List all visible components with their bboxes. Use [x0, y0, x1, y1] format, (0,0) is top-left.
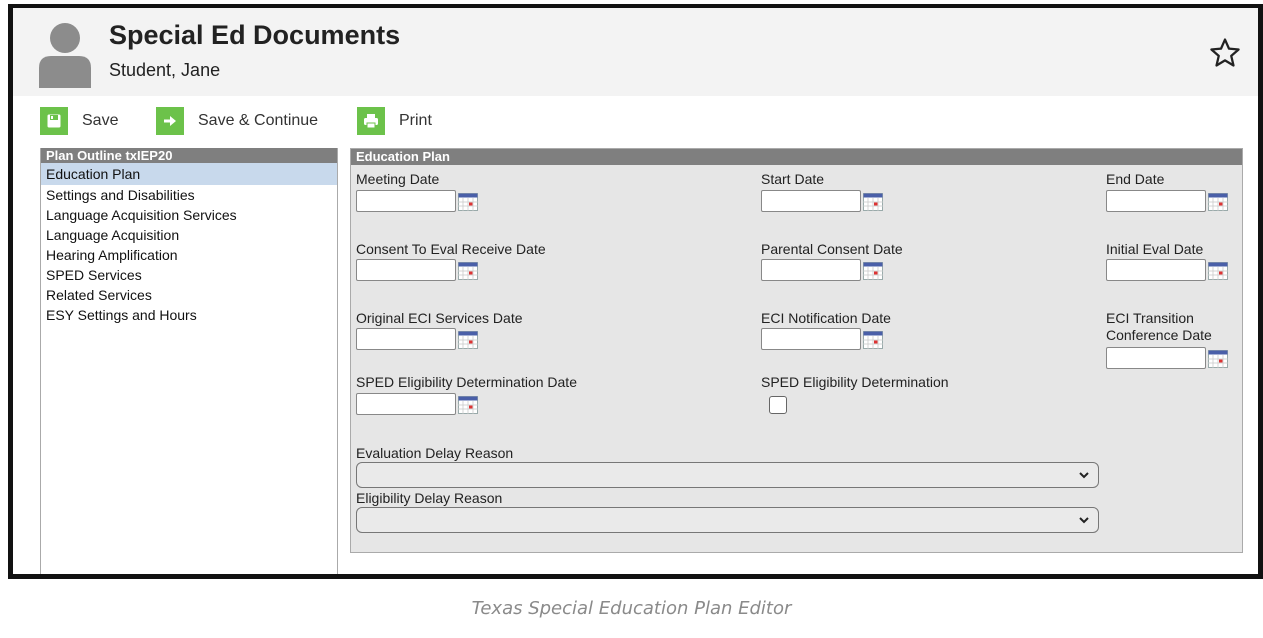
plan-outline-sidebar: Plan Outline txIEP20 Education Plan Sett… [40, 148, 338, 574]
chevron-down-icon [1079, 517, 1089, 524]
end-date-label: End Date [1106, 171, 1165, 187]
calendar-icon[interactable] [458, 331, 478, 349]
sped-elig-label: SPED Eligibility Determination [761, 374, 949, 390]
initial-eval-label: Initial Eval Date [1106, 241, 1204, 257]
student-name: Student, Jane [109, 60, 221, 80]
plan-outline-title: Plan Outline txIEP20 [41, 148, 337, 163]
sidebar-item-language-acquisition[interactable]: Language Acquisition [41, 225, 337, 245]
sidebar-item-hearing-amplification[interactable]: Hearing Amplification [41, 245, 337, 265]
sidebar-item-language-acquisition-services[interactable]: Language Acquisition Services [41, 205, 337, 225]
original-eci-input[interactable] [356, 328, 456, 350]
calendar-icon[interactable] [1208, 193, 1228, 211]
sped-elig-date-label: SPED Eligibility Determination Date [356, 374, 577, 390]
sidebar-item-education-plan[interactable]: Education Plan [41, 163, 337, 185]
sped-elig-checkbox[interactable] [769, 396, 787, 414]
end-date-input[interactable] [1106, 190, 1206, 212]
sidebar-item-esy-settings[interactable]: ESY Settings and Hours [41, 305, 337, 325]
chevron-down-icon [1079, 472, 1089, 479]
avatar [39, 23, 91, 88]
arrow-right-icon [156, 107, 184, 135]
figure-caption: Texas Special Education Plan Editor [471, 598, 792, 619]
page-header: Special Ed Documents Student, Jane [13, 8, 1258, 97]
calendar-icon[interactable] [1208, 350, 1228, 368]
save-button[interactable]: Save [40, 106, 118, 136]
consent-eval-label: Consent To Eval Receive Date [356, 241, 546, 257]
eci-transition-label-line2: Conference Date [1106, 327, 1212, 343]
consent-eval-input[interactable] [356, 259, 456, 281]
save-continue-button[interactable]: Save & Continue [156, 106, 318, 136]
eci-transition-input[interactable] [1106, 347, 1206, 369]
meeting-date-input[interactable] [356, 190, 456, 212]
parental-consent-input[interactable] [761, 259, 861, 281]
save-label: Save [82, 112, 119, 129]
sidebar-item-settings-disabilities[interactable]: Settings and Disabilities [41, 185, 337, 205]
floppy-disk-icon [40, 107, 68, 135]
eci-notification-label: ECI Notification Date [761, 310, 891, 326]
eci-notification-input[interactable] [761, 328, 861, 350]
app-window: Special Ed Documents Student, Jane Save … [8, 4, 1263, 579]
star-icon[interactable] [1208, 36, 1242, 70]
eci-transition-label: ECI Transition [1106, 310, 1194, 326]
toolbar: Save Save & Continue Print [13, 96, 1258, 140]
meeting-date-label: Meeting Date [356, 171, 440, 187]
save-continue-label: Save & Continue [198, 112, 319, 129]
elig-delay-select[interactable] [356, 507, 1099, 533]
start-date-input[interactable] [761, 190, 861, 212]
sidebar-item-related-services[interactable]: Related Services [41, 285, 337, 305]
calendar-icon[interactable] [458, 262, 478, 280]
page-title: Special Ed Documents [109, 20, 401, 50]
print-label: Print [399, 112, 432, 129]
panel-title: Education Plan [351, 149, 1242, 165]
print-button[interactable]: Print [357, 106, 432, 136]
calendar-icon[interactable] [863, 262, 883, 280]
eval-delay-label: Evaluation Delay Reason [356, 445, 514, 461]
calendar-icon[interactable] [458, 396, 478, 414]
calendar-icon[interactable] [863, 331, 883, 349]
calendar-icon[interactable] [1208, 262, 1228, 280]
start-date-label: Start Date [761, 171, 825, 187]
calendar-icon[interactable] [863, 193, 883, 211]
initial-eval-input[interactable] [1106, 259, 1206, 281]
calendar-icon[interactable] [458, 193, 478, 211]
original-eci-label: Original ECI Services Date [356, 310, 523, 326]
eval-delay-select[interactable] [356, 462, 1099, 488]
education-plan-panel: Education Plan Meeting Date Start Date E… [350, 148, 1243, 553]
elig-delay-label: Eligibility Delay Reason [356, 490, 503, 506]
sidebar-item-sped-services[interactable]: SPED Services [41, 265, 337, 285]
printer-icon [357, 107, 385, 135]
sped-elig-date-input[interactable] [356, 393, 456, 415]
parental-consent-label: Parental Consent Date [761, 241, 903, 257]
